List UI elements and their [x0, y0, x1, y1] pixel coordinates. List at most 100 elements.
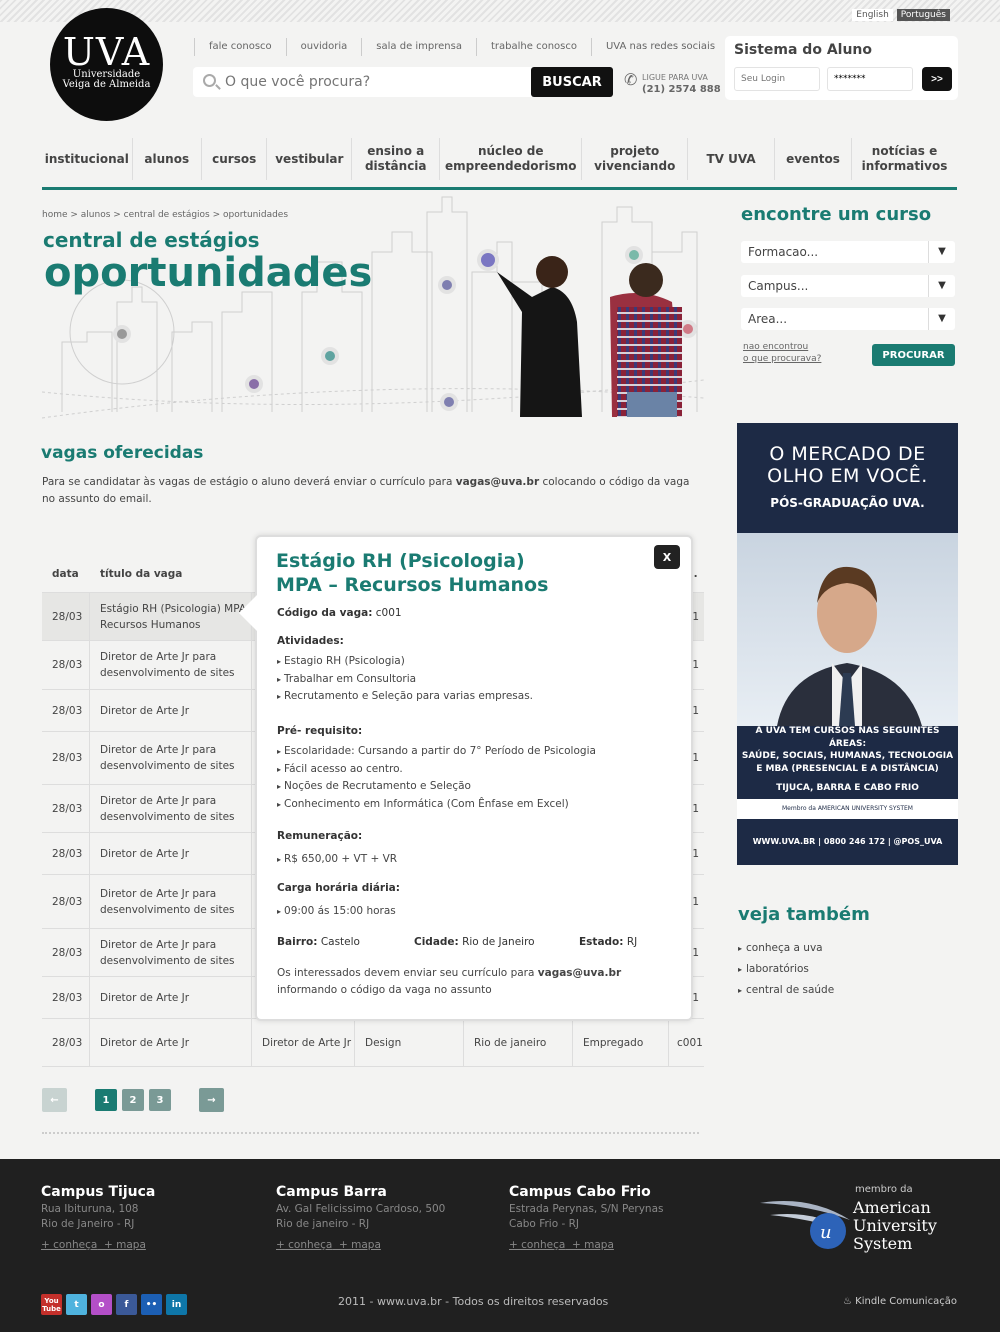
twitter-icon[interactable]: t	[66, 1294, 87, 1315]
hero-illustration	[42, 196, 704, 419]
search-button[interactable]: BUSCAR	[531, 67, 613, 97]
ad-footer: WWW.UVA.BR | 0800 246 172 | @POS_UVA	[752, 837, 943, 846]
phone-icon: ✆	[624, 70, 638, 89]
mapa-link[interactable]: + mapa	[339, 1239, 381, 1251]
top-link-sala-de-imprensa[interactable]: sala de imprensa	[361, 38, 477, 56]
ad-photo	[737, 533, 958, 726]
nav-nucleo-empreendedorismo[interactable]: núcleo de empreendedorismo	[440, 138, 583, 180]
row-title[interactable]: Diretor de Arte Jr	[90, 833, 252, 874]
ad-info: A UVA TEM CURSOS NAS SEGUINTES ÁREAS: SAÚ…	[741, 726, 954, 793]
veja-link-laboratorios[interactable]: laboratórios	[738, 959, 834, 980]
veja-link-central-saude[interactable]: central de saúde	[738, 980, 834, 1001]
aus-logo[interactable]: u membro da American University System	[760, 1181, 950, 1261]
nav-eventos[interactable]: eventos	[775, 138, 853, 180]
curso-finder-title: encontre um curso	[741, 204, 932, 225]
breadcrumb[interactable]: home > alunos > central de estágios > op…	[42, 210, 288, 220]
pager-page-3[interactable]: 3	[149, 1089, 171, 1111]
nav-cursos[interactable]: cursos	[202, 138, 268, 180]
row-title[interactable]: Diretor de Arte Jr para desenvolvimento …	[90, 875, 252, 928]
pager-next-button[interactable]: →	[199, 1088, 224, 1112]
list-item: Recrutamento e Seleção para varias empre…	[277, 688, 533, 706]
row-title[interactable]: Diretor de Arte Jr para desenvolvimento …	[90, 641, 252, 689]
popup-email-link[interactable]: vagas@uva.br	[538, 967, 621, 979]
vagas-title: vagas oferecidas	[41, 443, 204, 463]
nav-alunos[interactable]: alunos	[133, 138, 202, 180]
flickr-icon[interactable]: ••	[141, 1294, 162, 1315]
vaga-detail-popup: X Estágio RH (Psicologia) MPA – Recursos …	[239, 535, 693, 1021]
aus-swoosh-icon: u	[760, 1201, 850, 1249]
login-submit-button[interactable]: >>	[922, 67, 952, 91]
area-select[interactable]: Area... ▼	[741, 308, 955, 330]
pager-page-1[interactable]: 1	[95, 1089, 117, 1111]
pos-graduacao-ad[interactable]: O MERCADO DE OLHO EM VOCÊ. PÓS-GRADUAÇÃO …	[737, 423, 958, 865]
list-item: R$ 650,00 + VT + VR	[277, 851, 397, 869]
row-title[interactable]: Diretor de Arte Jr	[90, 690, 252, 731]
estado: Estado: RJ	[579, 936, 638, 948]
close-button[interactable]: X	[654, 545, 680, 569]
nav-tv-uva[interactable]: TV UVA	[688, 138, 775, 180]
nav-ensino-a-distancia[interactable]: ensino a distância	[352, 138, 441, 180]
mapa-link[interactable]: + mapa	[104, 1239, 146, 1251]
popup-code: Código da vaga: c001	[277, 607, 402, 619]
nav-institucional[interactable]: institucional	[42, 138, 133, 180]
not-found-link[interactable]: nao encontrou o que procurava?	[743, 341, 821, 365]
mapa-link[interactable]: + mapa	[572, 1239, 614, 1251]
popup-title-line2: MPA – Recursos Humanos	[276, 574, 549, 596]
footer: Campus Tijuca Rua Ibituruna, 108 Rio de …	[0, 1159, 1000, 1332]
campus-select[interactable]: Campus... ▼	[741, 275, 955, 297]
prereq-label: Pré- requisito:	[277, 725, 363, 737]
lang-portugues[interactable]: Português	[896, 9, 950, 21]
top-link-fale-conosco[interactable]: fale conosco	[194, 38, 287, 56]
search-input[interactable]	[225, 72, 515, 92]
row-date: 28/03	[42, 929, 90, 976]
login-title: Sistema do Aluno	[734, 42, 873, 58]
veja-title: veja também	[738, 904, 870, 925]
veja-link-conheca[interactable]: conheça a uva	[738, 938, 834, 959]
vagas-email-link[interactable]: vagas@uva.br	[456, 476, 539, 488]
top-link-ouvidoria[interactable]: ouvidoria	[285, 38, 363, 56]
rem-label: Remuneração:	[277, 830, 363, 842]
row-date: 28/03	[42, 977, 90, 1018]
phone-number: (21) 2574 888	[642, 84, 721, 95]
svg-text:u: u	[820, 1222, 832, 1243]
nav-projeto-vivenciando[interactable]: projeto vivenciando	[582, 138, 689, 180]
table-row[interactable]: 28/03 Diretor de Arte Jr Diretor de Arte…	[42, 1019, 704, 1067]
row-title[interactable]: Estágio RH (Psicologia) MPA- Recursos Hu…	[90, 593, 252, 640]
formacao-select[interactable]: Formacao... ▼	[741, 241, 955, 263]
row-title[interactable]: Diretor de Arte Jr para desenvolvimento …	[90, 785, 252, 832]
pager-page-2[interactable]: 2	[122, 1089, 144, 1111]
campus-barra: Campus Barra Av. Gal Felicissimo Cardoso…	[276, 1184, 446, 1251]
divider	[42, 1132, 699, 1134]
top-link-trabalhe-conosco[interactable]: trabalhe conosco	[476, 38, 592, 56]
carga-label: Carga horária diária:	[277, 882, 400, 894]
login-user-field[interactable]	[734, 67, 820, 91]
conheca-link[interactable]: + conheça	[41, 1239, 97, 1251]
uva-logo[interactable]: UVA Universidade Veiga de Almeida	[50, 8, 163, 121]
row-title[interactable]: Diretor de Arte Jr	[90, 1019, 252, 1066]
pager-spacer	[176, 1088, 194, 1112]
top-link-redes-sociais[interactable]: UVA nas redes sociais	[590, 38, 731, 56]
chevron-down-icon: ▼	[928, 275, 955, 297]
lang-english[interactable]: English	[852, 9, 893, 21]
popup-title: Estágio RH (Psicologia) MPA – Recursos Hu…	[276, 549, 548, 597]
row-date: 28/03	[42, 833, 90, 874]
youtube-icon[interactable]: You Tube	[41, 1294, 62, 1315]
pager-prev-button[interactable]: ←	[42, 1088, 67, 1112]
agency-credit[interactable]: ♨ Kindle Comunicação	[843, 1296, 957, 1307]
top-links: fale conosco ouvidoria sala de imprensa …	[194, 38, 731, 56]
row-title[interactable]: Diretor de Arte Jr	[90, 977, 252, 1018]
nav-noticias[interactable]: notícias e informativos	[852, 138, 957, 180]
conheca-link[interactable]: + conheça	[276, 1239, 332, 1251]
nav-vestibular[interactable]: vestibular	[267, 138, 353, 180]
col-data: data	[52, 567, 79, 580]
row-title[interactable]: Diretor de Arte Jr para desenvolvimento …	[90, 732, 252, 784]
orkut-icon[interactable]: o	[91, 1294, 112, 1315]
procurar-button[interactable]: PROCURAR	[872, 344, 955, 366]
conheca-link[interactable]: + conheça	[509, 1239, 565, 1251]
linkedin-icon[interactable]: in	[166, 1294, 187, 1315]
language-switch: English Português	[852, 9, 950, 21]
facebook-icon[interactable]: f	[116, 1294, 137, 1315]
row-title[interactable]: Diretor de Arte Jr para desenvolvimento …	[90, 929, 252, 976]
ad-headline: O MERCADO DE OLHO EM VOCÊ.	[767, 443, 928, 487]
login-password-field[interactable]	[827, 67, 913, 91]
